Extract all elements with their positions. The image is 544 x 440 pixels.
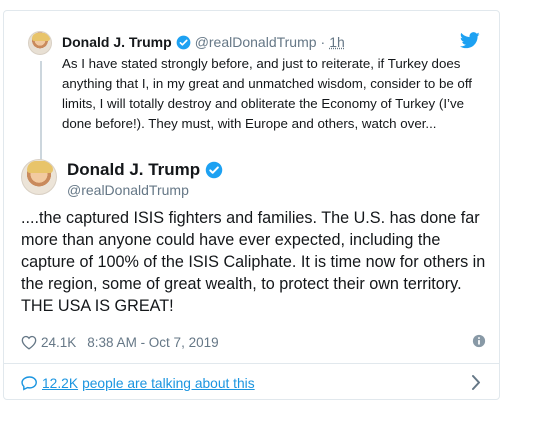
header-separator: · [320,34,326,50]
parent-tweet-header: Donald J. Trump @realDonaldTrump · 1h [62,33,345,51]
card-divider [4,363,499,364]
main-avatar[interactable] [21,159,57,195]
main-author-name[interactable]: Donald J. Trump [67,160,200,180]
tweet-meta-row: 24.1K 8:38 AM - Oct 7, 2019 [21,333,486,351]
thread-line [40,61,42,165]
parent-tweet[interactable]: Donald J. Trump @realDonaldTrump · 1h As… [4,11,499,165]
verified-badge-icon [176,35,191,49]
parent-tweet-text: As I have stated strongly before, and ju… [62,56,472,131]
twitter-bird-icon[interactable] [460,32,480,49]
main-author-handle[interactable]: @realDonaldTrump [67,182,189,198]
main-tweet-text: ....the captured ISIS fighters and famil… [21,209,486,315]
chevron-right-icon[interactable] [470,374,482,391]
conversation-label[interactable]: people are talking about this [82,376,255,391]
tweet-timestamp[interactable]: 8:38 AM - Oct 7, 2019 [87,335,218,350]
parent-avatar[interactable] [28,31,52,55]
verified-badge-icon [205,161,223,179]
parent-author-name[interactable]: Donald J. Trump [62,33,172,51]
heart-icon[interactable] [21,335,37,350]
main-author-name-row: Donald J. Trump [67,160,223,180]
parent-tweet-time[interactable]: 1h [329,33,345,51]
like-count[interactable]: 24.1K [41,335,76,350]
conversation-count[interactable]: 12.2K [42,376,78,391]
info-icon[interactable] [472,334,486,348]
speech-bubble-icon[interactable] [21,375,38,391]
embedded-tweet-card[interactable]: Donald J. Trump @realDonaldTrump · 1h As… [3,10,500,400]
parent-author-handle[interactable]: @realDonaldTrump [195,33,317,51]
conversation-link[interactable]: 12.2K people are talking about this [21,373,486,393]
